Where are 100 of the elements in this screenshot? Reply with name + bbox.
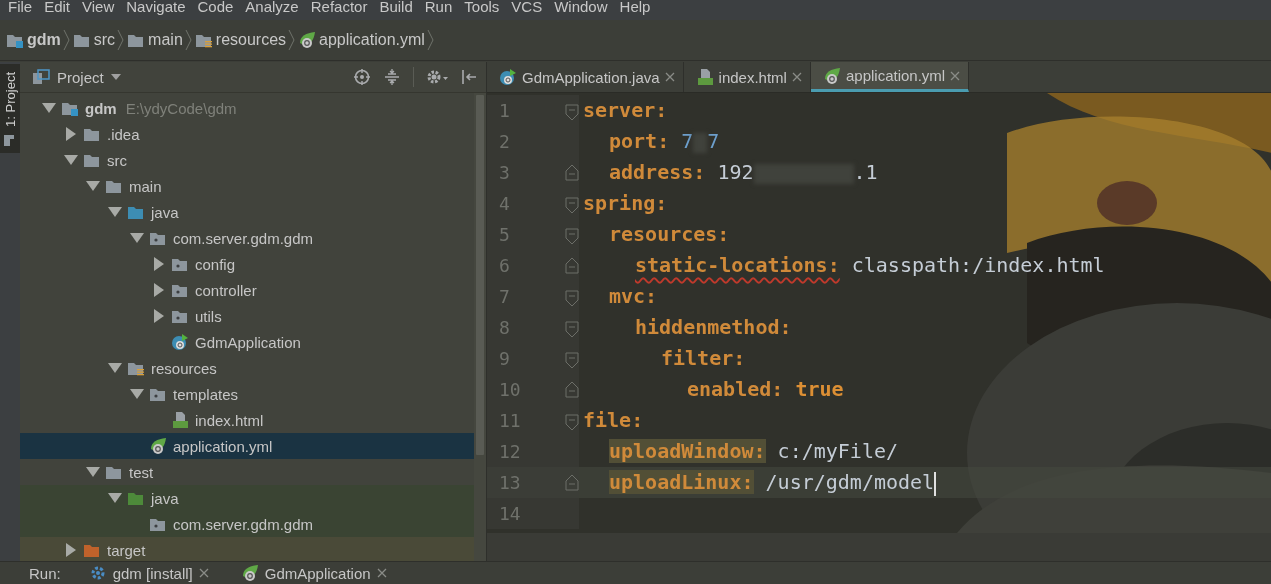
yaml-value: 7 [707, 129, 720, 153]
breadcrumb[interactable]: main [125, 31, 185, 49]
module-folder-icon [6, 32, 24, 48]
yaml-key: hiddenmethod: [635, 315, 792, 339]
line-number: 6 [498, 255, 511, 276]
tree-item[interactable]: .idea [20, 121, 474, 147]
source-folder-icon [127, 204, 145, 220]
spring-leaf-icon [822, 66, 841, 85]
scrollbar[interactable] [474, 93, 486, 561]
collapse-all-icon[interactable] [383, 68, 401, 86]
line-number: 9 [498, 348, 511, 369]
breadcrumb[interactable]: gdm [4, 31, 63, 49]
test-folder-icon [127, 490, 145, 506]
folder-icon [127, 32, 146, 48]
tree-item-label: controller [194, 281, 257, 299]
tree-item-label: index.html [194, 411, 264, 429]
breadcrumb[interactable]: application.yml [296, 31, 427, 49]
spring-leaf-icon [240, 564, 259, 582]
folder-icon [72, 32, 91, 48]
tree-item-label: utils [194, 307, 222, 325]
tree-item[interactable]: test [20, 459, 474, 485]
menu-item[interactable]: Tools [458, 0, 506, 17]
tree-item[interactable]: java [20, 199, 474, 225]
line-number: 7 [498, 286, 511, 307]
fold-marker-icon [565, 255, 579, 276]
yaml-key: port: [609, 129, 670, 153]
tree-item-label: templates [172, 385, 239, 403]
package-icon [171, 282, 189, 298]
chevron-icon [117, 29, 126, 51]
tree-item[interactable]: utils [20, 303, 474, 329]
tree-item[interactable]: application.yml [20, 433, 474, 459]
tree-item-label: .idea [106, 125, 140, 143]
menu-item[interactable]: Refactor [304, 0, 374, 17]
tree-item[interactable]: controller [20, 277, 474, 303]
close-icon [950, 70, 961, 81]
yaml-value: classpath:/index.html [851, 253, 1105, 277]
menu-item[interactable]: Code [191, 0, 240, 17]
tree-item[interactable]: index.html [20, 407, 474, 433]
menu-item[interactable]: View [76, 0, 121, 17]
menu-item[interactable]: VCS [505, 0, 549, 17]
tree-item-label: test [128, 463, 154, 481]
fold-marker-icon [565, 472, 579, 493]
html-file-icon [171, 411, 189, 429]
tree-item-label: gdm [84, 99, 117, 117]
package-icon [149, 386, 167, 402]
menu-item[interactable]: Help [613, 0, 657, 17]
package-icon [171, 256, 189, 272]
fold-marker-icon [565, 379, 579, 400]
project-view-dropdown[interactable]: Project [32, 68, 131, 86]
tree-item[interactable]: com.server.gdm.gdm [20, 225, 474, 251]
menu-item[interactable]: Edit [38, 0, 77, 17]
yaml-value: /usr/gdm/model [765, 470, 935, 494]
spring-class-icon [499, 68, 517, 86]
tree-item[interactable]: resources [20, 355, 474, 381]
tree-item[interactable]: config [20, 251, 474, 277]
editor-tab[interactable]: GdmApplication.java [487, 62, 684, 92]
tree-item[interactable]: target [20, 537, 474, 563]
tree-item-label: com.server.gdm.gdm [172, 229, 314, 247]
package-icon [149, 230, 167, 246]
editor-tab[interactable]: index.html [683, 62, 811, 92]
run-tab[interactable]: GdmApplication [236, 564, 391, 582]
settings-icon[interactable] [426, 68, 448, 86]
chevron-icon [62, 29, 71, 51]
yaml-value: 7 [681, 129, 694, 153]
yaml-key: resources: [609, 222, 730, 246]
editor-tab[interactable]: application.yml [810, 62, 970, 92]
tree-item-label: java [150, 489, 179, 507]
menu-item[interactable]: File [2, 0, 39, 17]
tree-item[interactable]: src [20, 147, 474, 173]
menu-item[interactable]: Run [418, 0, 459, 17]
tree-item[interactable]: gdm E:\ydyCode\gdm [20, 95, 474, 121]
hide-panel-icon[interactable] [460, 68, 478, 86]
line-number: 11 [498, 410, 522, 431]
yaml-value: .1 [853, 160, 878, 184]
tree-item-label: src [106, 151, 127, 169]
resources-folder-icon [194, 32, 213, 48]
folder-icon [83, 126, 101, 142]
html-file-icon [695, 68, 714, 86]
menu-item[interactable]: Window [548, 0, 614, 17]
breadcrumb[interactable]: resources [192, 31, 289, 49]
tree-item[interactable]: com.server.gdm.gdm [20, 511, 474, 537]
fold-marker-icon [565, 162, 579, 183]
tree-item-label: resources [150, 359, 217, 377]
yaml-key: uploadWindow: [609, 439, 766, 463]
breadcrumb[interactable]: src [70, 31, 118, 49]
close-icon [198, 568, 209, 578]
line-number: 14 [498, 503, 522, 524]
package-icon [149, 516, 167, 532]
menu-item[interactable]: Build [373, 0, 419, 17]
menu-item[interactable]: Analyze [239, 0, 305, 17]
tree-item[interactable]: main [20, 173, 474, 199]
locate-icon[interactable] [353, 68, 371, 86]
tree-item[interactable]: java [20, 485, 474, 511]
tree-item-label: config [194, 255, 236, 273]
run-tab[interactable]: gdm [install] [84, 564, 213, 582]
spring-leaf-icon [149, 437, 167, 455]
yaml-value: true [795, 377, 844, 401]
tree-item[interactable]: templates [20, 381, 474, 407]
menu-item[interactable]: Navigate [120, 0, 192, 17]
tree-item[interactable]: GdmApplication [20, 329, 474, 355]
